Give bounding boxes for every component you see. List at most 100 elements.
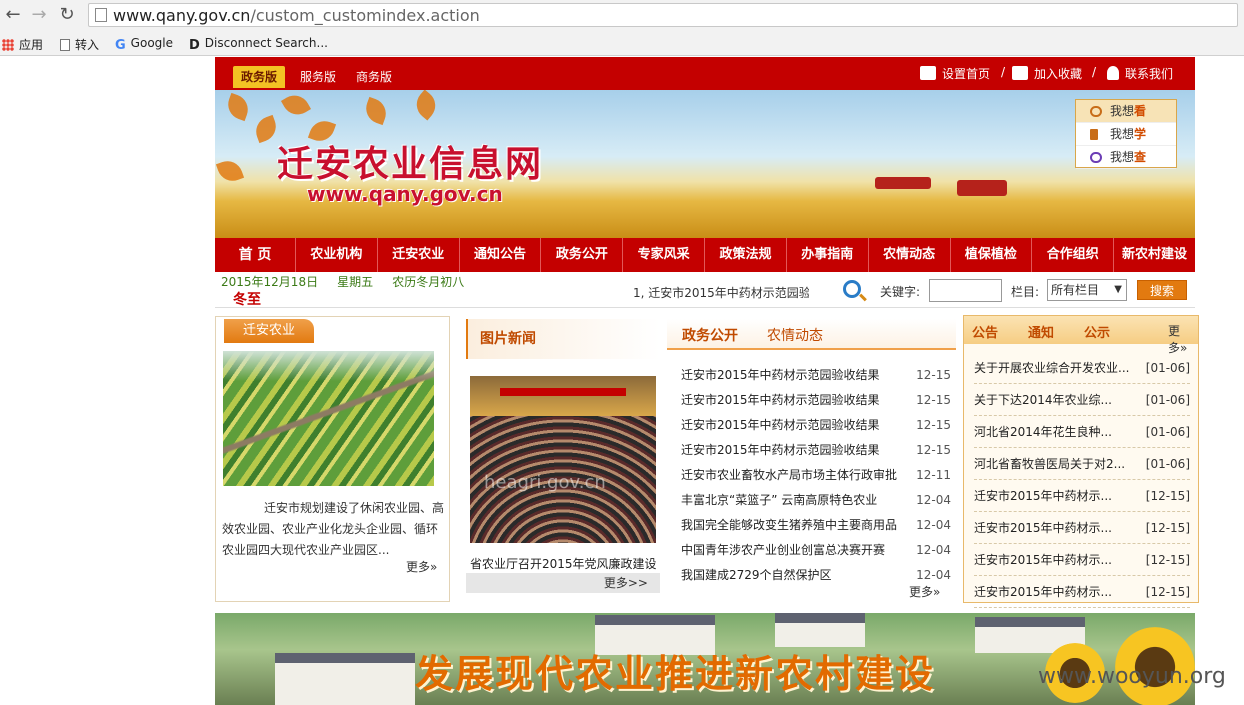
search-button[interactable]: 搜索 xyxy=(1137,280,1187,300)
disconnect-icon: D xyxy=(189,38,200,53)
news-ticker[interactable]: 1, 迁安市2015年中药材示范园验 xyxy=(633,284,809,301)
nav-new-countryside[interactable]: 新农村建设 xyxy=(1114,238,1195,272)
date-line: 2015年12月18日 星期五 农历冬月初八 xyxy=(221,275,465,289)
nav-policies[interactable]: 政策法规 xyxy=(705,238,787,272)
site-page: 政务版 服务版 商务版 设置首页 / 加入收藏 / 联系我们 迁安农业信息网 w… xyxy=(215,57,1199,705)
pencil-icon xyxy=(1090,129,1098,140)
set-homepage-link[interactable]: 设置首页 xyxy=(920,65,990,82)
separator: / xyxy=(1001,65,1006,79)
stage-area xyxy=(470,376,656,416)
list-item[interactable]: 河北省畜牧兽医局关于对2... [01-06] xyxy=(974,448,1190,480)
forward-icon[interactable]: → xyxy=(28,4,50,26)
contact-us-link[interactable]: 联系我们 xyxy=(1107,65,1173,82)
site-url: www.qany.gov.cn xyxy=(307,182,503,206)
reload-icon[interactable]: ↻ xyxy=(56,4,78,26)
keyword-label: 关键字: xyxy=(880,285,921,299)
nav-cooperatives[interactable]: 合作组织 xyxy=(1032,238,1115,272)
dropdown-arrow-icon: ▼ xyxy=(1114,284,1122,295)
panel-title: 迁安农业 xyxy=(224,319,314,343)
harvester-image xyxy=(957,180,1007,196)
tab-business-version[interactable]: 商务版 xyxy=(348,66,400,88)
list-item[interactable]: 迁安市2015年中药材示... [12-15] xyxy=(974,544,1190,576)
quick-menu: 我想看 我想学 我想查 xyxy=(1075,99,1177,169)
back-icon[interactable]: ← xyxy=(2,4,24,26)
quick-search[interactable]: 我想查 xyxy=(1076,146,1176,169)
tab-service-version[interactable]: 服务版 xyxy=(292,66,344,88)
list-item[interactable]: 迁安市2015年中药材示范园验收结果 12-15 xyxy=(681,413,951,438)
more-link[interactable]: 更多» xyxy=(1168,322,1198,356)
separator: / xyxy=(1092,65,1097,79)
bookmarks-bar: 应用 转入 G Google D Disconnect Search... xyxy=(0,32,1244,56)
banner-slogan: 发展现代农业推进新农村建设 xyxy=(415,652,936,696)
farmland-aerial-image[interactable] xyxy=(223,351,434,486)
nav-agri-dynamics[interactable]: 农情动态 xyxy=(869,238,951,272)
more-link[interactable]: 更多>> xyxy=(466,573,660,593)
maple-leaf-icon xyxy=(215,156,245,186)
maple-leaf-icon xyxy=(280,90,312,121)
bookmark-zhuanru[interactable]: 转入 xyxy=(60,36,99,53)
nav-experts[interactable]: 专家风采 xyxy=(623,238,706,272)
notices-list: 关于开展农业综合开发农业... [01-06] 关于下达2014年农业综... [0… xyxy=(974,352,1190,608)
list-item[interactable]: 迁安市2015年中药材示范园验收结果 12-15 xyxy=(681,438,951,463)
tab-agri-dynamics[interactable]: 农情动态 xyxy=(767,325,823,345)
main-nav: 首 页 农业机构 迁安农业 通知公告 政务公开 专家风采 政策法规 办事指南 农… xyxy=(215,238,1195,272)
page-icon xyxy=(60,39,70,51)
url-text: www.qany.gov.cn/custom_customindex.actio… xyxy=(113,6,480,25)
list-item[interactable]: 我国完全能够改变生猪养殖中主要商用品 12-04 xyxy=(681,513,951,538)
search-icon xyxy=(843,280,861,298)
list-item[interactable]: 关于下达2014年农业综... [01-06] xyxy=(974,384,1190,416)
list-item[interactable]: 丰富北京“菜篮子” 云南高原特色农业 12-04 xyxy=(681,488,951,513)
home-icon xyxy=(920,66,936,80)
nav-agri-institutions[interactable]: 农业机构 xyxy=(296,238,378,272)
bottom-banner[interactable]: 发展现代农业推进新农村建设 xyxy=(215,613,1195,705)
nav-service-guide[interactable]: 办事指南 xyxy=(787,238,869,272)
apps-grid-icon xyxy=(2,39,14,51)
qianan-agri-panel: 迁安农业 迁安市规划建设了休闲农业园、高效农业园、农业产业化龙头企业园、循环农业… xyxy=(215,316,450,602)
nav-qianan-agri[interactable]: 迁安农业 xyxy=(378,238,460,272)
keyword-input[interactable] xyxy=(929,279,1002,302)
column-select[interactable]: 所有栏目 ▼ xyxy=(1047,279,1127,301)
top-bar: 政务版 服务版 商务版 设置首页 / 加入收藏 / 联系我们 xyxy=(215,57,1195,90)
more-link[interactable]: 更多» xyxy=(909,583,940,600)
photo-caption[interactable]: 省农业厅召开2015年党风廉政建设工作会议 xyxy=(470,555,656,571)
address-bar[interactable]: www.qany.gov.cn/custom_customindex.actio… xyxy=(88,3,1238,27)
gov-news-list: 迁安市2015年中药材示范园验收结果 12-15 迁安市2015年中药材示范园验收… xyxy=(681,363,951,588)
quick-learn[interactable]: 我想学 xyxy=(1076,123,1176,146)
list-item[interactable]: 河北省2014年花生良种... [01-06] xyxy=(974,416,1190,448)
list-item[interactable]: 迁安市2015年中药材示范园验收结果 12-15 xyxy=(681,388,951,413)
magnifier-icon xyxy=(1090,152,1102,163)
more-link[interactable]: 更多» xyxy=(406,558,437,575)
tab-notifications[interactable]: 通知 xyxy=(1028,322,1054,341)
bookmark-disconnect[interactable]: D Disconnect Search... xyxy=(189,36,328,53)
bookmark-apps[interactable]: 应用 xyxy=(2,36,43,53)
eye-icon xyxy=(1090,106,1102,117)
bookmark-google[interactable]: G Google xyxy=(115,36,173,53)
panel-description: 迁安市规划建设了休闲农业园、高效农业园、农业产业化龙头企业园、循环农业园四大现代… xyxy=(222,501,445,557)
list-item[interactable]: 迁安市2015年中药材示... [12-15] xyxy=(974,480,1190,512)
user-icon xyxy=(1107,66,1119,80)
meeting-photo[interactable]: heagri.gov.cn xyxy=(470,376,656,543)
add-favorite-link[interactable]: 加入收藏 xyxy=(1012,65,1082,82)
maple-leaf-icon xyxy=(251,114,281,144)
tab-announcements[interactable]: 公告 xyxy=(972,322,998,341)
list-item[interactable]: 中国青年涉农产业创业创富总决赛开赛 12-04 xyxy=(681,538,951,563)
tab-government-version[interactable]: 政务版 xyxy=(233,66,286,88)
house-image xyxy=(775,613,865,647)
nav-gov-affairs[interactable]: 政务公开 xyxy=(541,238,624,272)
photo-watermark: heagri.gov.cn xyxy=(484,472,606,493)
picture-news-title: 图片新闻 xyxy=(466,319,660,359)
maple-leaf-icon xyxy=(410,90,442,121)
tab-publicity[interactable]: 公示 xyxy=(1084,322,1110,341)
nav-plant-protection[interactable]: 植保植检 xyxy=(951,238,1033,272)
nav-home[interactable]: 首 页 xyxy=(215,238,296,272)
list-item[interactable]: 迁安市2015年中药材示... [12-15] xyxy=(974,576,1190,608)
column-label: 栏目: xyxy=(1011,285,1040,299)
header-banner: 迁安农业信息网 www.qany.gov.cn 我想看 我想学 我想查 xyxy=(215,90,1195,238)
list-item[interactable]: 迁安市农业畜牧水产局市场主体行政审批 12-11 xyxy=(681,463,951,488)
tab-gov-affairs[interactable]: 政务公开 xyxy=(682,325,738,345)
quick-see[interactable]: 我想看 xyxy=(1076,100,1176,123)
nav-notices[interactable]: 通知公告 xyxy=(460,238,542,272)
list-item[interactable]: 关于开展农业综合开发农业... [01-06] xyxy=(974,352,1190,384)
list-item[interactable]: 迁安市2015年中药材示... [12-15] xyxy=(974,512,1190,544)
list-item[interactable]: 迁安市2015年中药材示范园验收结果 12-15 xyxy=(681,363,951,388)
